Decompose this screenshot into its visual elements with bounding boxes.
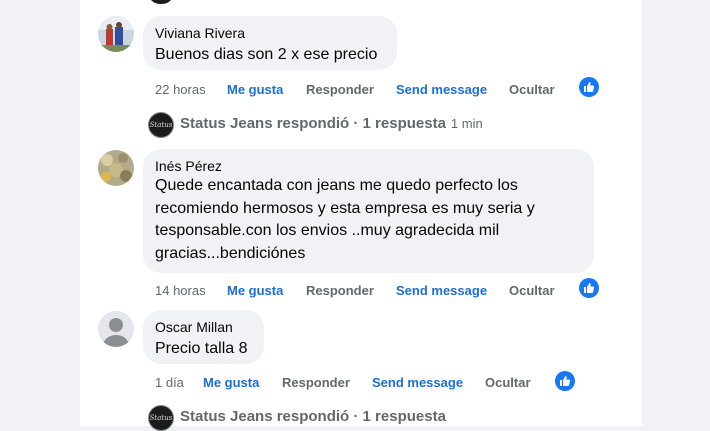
reply-button[interactable]: Responder	[306, 283, 374, 298]
like-button[interactable]: Me gusta	[227, 283, 283, 298]
reply-time: 1 min	[450, 116, 483, 131]
comment-text: Precio talla 8	[155, 340, 248, 357]
replies-toggle[interactable]: Status Status Jeans respondió · 1 respue…	[148, 112, 508, 138]
reply-button[interactable]: Responder	[306, 82, 374, 97]
avatar-ines-perez[interactable]	[98, 150, 134, 186]
page-avatar: Status	[148, 405, 174, 431]
comment-time[interactable]: 14 horas	[155, 283, 206, 298]
hide-button[interactable]: Ocultar	[485, 375, 531, 390]
page-avatar: Status	[148, 112, 174, 138]
avatar-viviana-rivera[interactable]	[98, 16, 134, 52]
profile-photo-icon	[98, 150, 134, 186]
comment-bubble: Viviana Rivera Buenos dias son 2 x ese p…	[143, 16, 397, 70]
reply-button[interactable]: Responder	[282, 375, 350, 390]
thumbs-up-icon[interactable]	[555, 371, 575, 391]
comment-text: Quede encantada con jeans me quedo perfe…	[155, 177, 535, 262]
comment-text: Buenos dias son 2 x ese precio	[155, 46, 378, 63]
comment-bubble: Inés Pérez Quede encantada con jeans me …	[143, 149, 594, 273]
cut-off-row	[148, 0, 408, 4]
hide-button[interactable]: Ocultar	[509, 283, 555, 298]
comment-author[interactable]: Inés Pérez	[155, 157, 582, 175]
hide-button[interactable]: Ocultar	[509, 82, 555, 97]
like-button[interactable]: Me gusta	[203, 375, 259, 390]
default-avatar-icon	[98, 311, 134, 347]
comment-time[interactable]: 1 día	[155, 375, 184, 390]
send-message-button[interactable]: Send message	[372, 375, 463, 390]
thumbs-up-icon[interactable]	[579, 77, 599, 97]
comment-bubble: Oscar Millan Precio talla 8	[143, 310, 264, 364]
like-button[interactable]: Me gusta	[227, 82, 283, 97]
comment-author[interactable]: Oscar Millan	[155, 318, 252, 336]
thumbs-up-icon[interactable]	[579, 278, 599, 298]
replies-toggle[interactable]: Status Status Jeans respondió · 1 respue…	[148, 405, 508, 431]
send-message-button[interactable]: Send message	[396, 283, 487, 298]
profile-photo-icon	[98, 16, 134, 52]
comment-time[interactable]: 22 horas	[155, 82, 206, 97]
replies-label[interactable]: Status Jeans respondió · 1 respuesta	[180, 115, 446, 132]
comment-author[interactable]: Viviana Rivera	[155, 24, 385, 42]
send-message-button[interactable]: Send message	[396, 82, 487, 97]
replies-label[interactable]: Status Jeans respondió · 1 respuesta	[180, 408, 446, 425]
avatar-oscar-millan[interactable]	[98, 311, 134, 347]
